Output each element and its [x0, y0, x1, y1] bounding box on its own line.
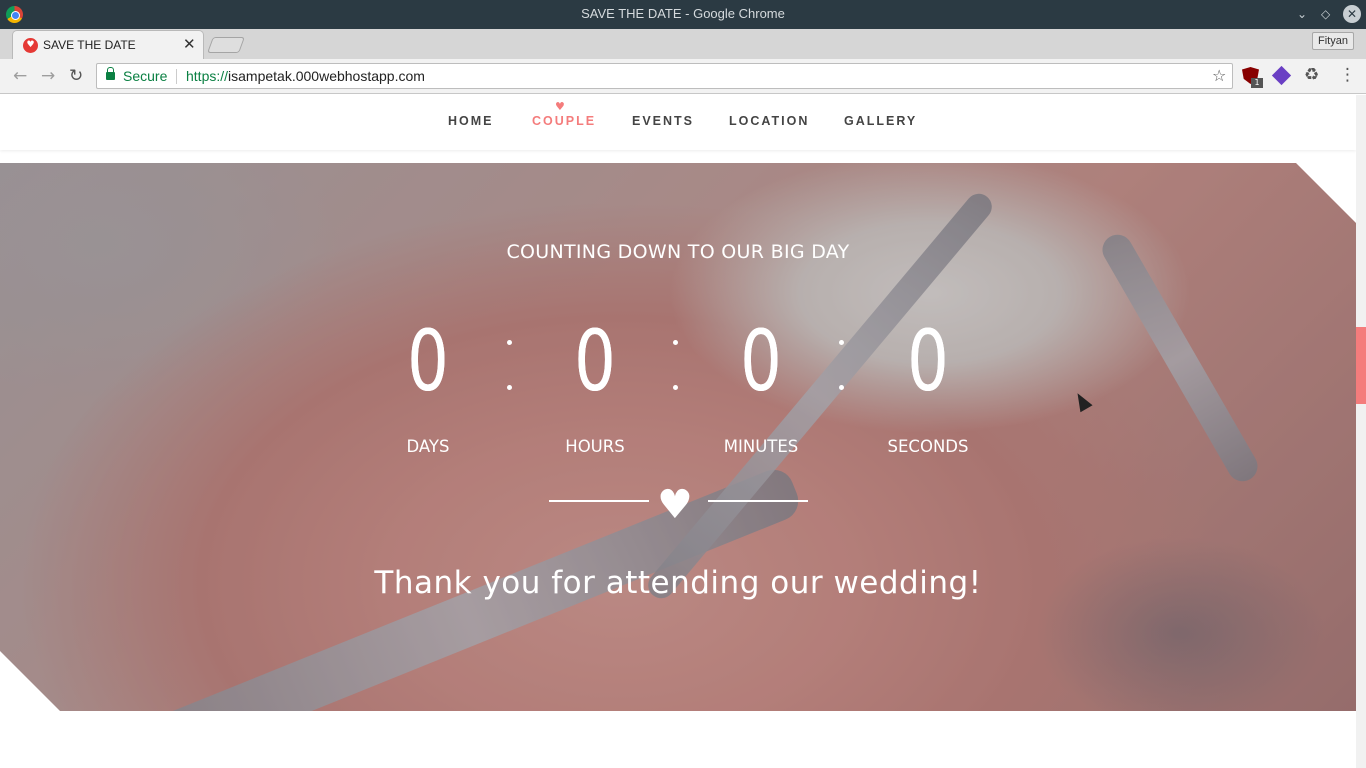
url-host: isampetak.000webhostapp.com: [228, 68, 425, 84]
security-label[interactable]: Secure: [123, 68, 167, 84]
tab-save-the-date[interactable]: ♥ SAVE THE DATE ✕: [12, 30, 204, 59]
divider-line-left: [549, 500, 649, 502]
nav-home[interactable]: HOME: [448, 114, 494, 128]
address-bar[interactable]: Secure https://isampetak.000webhostapp.c…: [96, 63, 1233, 89]
nav-location[interactable]: LOCATION: [729, 114, 809, 128]
web-page: ♥ HOME COUPLE EVENTS LOCATION GALLERY CO…: [0, 95, 1356, 768]
hours-label: HOURS: [565, 437, 625, 456]
window-titlebar: SAVE THE DATE - Google Chrome ⌄ ◇ ✕: [0, 0, 1366, 29]
days-value: 0: [407, 312, 449, 410]
minimize-icon[interactable]: ⌄: [1297, 6, 1307, 22]
nav-events[interactable]: EVENTS: [632, 114, 694, 128]
colon-separator: [673, 340, 679, 430]
active-heart-icon: ♥: [555, 100, 565, 113]
hours-value: 0: [574, 312, 616, 410]
colon-separator: [839, 340, 845, 430]
window-title: SAVE THE DATE - Google Chrome: [581, 6, 785, 21]
profile-button[interactable]: Fityan: [1312, 32, 1354, 50]
seconds-label: SECONDS: [887, 437, 969, 456]
url-text[interactable]: https://isampetak.000webhostapp.com: [186, 68, 425, 84]
bookmark-star-icon[interactable]: ☆: [1212, 66, 1226, 85]
tab-strip: ♥ SAVE THE DATE ✕ Fityan: [0, 29, 1366, 59]
cube-extension-icon[interactable]: [1271, 65, 1292, 86]
new-tab-button[interactable]: [207, 37, 245, 53]
ublock-badge: 1: [1251, 78, 1263, 88]
address-separator: [176, 69, 177, 84]
forward-arrow-icon[interactable]: →: [41, 66, 55, 86]
browser-toolbar: ← → ↻ Secure https://isampetak.000webhos…: [0, 59, 1366, 94]
countdown-hours: 0 HOURS: [535, 312, 655, 456]
url-scheme: https://: [186, 68, 229, 84]
minutes-label: MINUTES: [723, 437, 799, 456]
countdown-minutes: 0 MINUTES: [701, 312, 821, 456]
countdown-hero: COUNTING DOWN TO OUR BIG DAY 0 DAYS 0 HO…: [0, 163, 1356, 711]
scrollbar-thumb[interactable]: [1356, 327, 1366, 404]
maximize-icon[interactable]: ◇: [1321, 6, 1330, 22]
reload-icon[interactable]: ↻: [69, 66, 83, 86]
colon-separator: [507, 340, 513, 430]
thank-you-message: Thank you for attending our wedding!: [374, 565, 982, 601]
days-label: DAYS: [406, 437, 450, 456]
minutes-value: 0: [740, 312, 782, 410]
divider-line-right: [708, 500, 808, 502]
close-window-icon[interactable]: ✕: [1343, 5, 1361, 23]
browser-menu-icon[interactable]: ⋮: [1339, 65, 1356, 85]
nav-couple[interactable]: COUPLE: [532, 114, 596, 128]
tab-title: SAVE THE DATE: [43, 38, 136, 52]
site-navigation: ♥ HOME COUPLE EVENTS LOCATION GALLERY: [0, 95, 1356, 150]
countdown-days: 0 DAYS: [368, 312, 488, 456]
lock-icon[interactable]: [106, 67, 115, 80]
tab-close-icon[interactable]: ✕: [183, 35, 196, 53]
page-scrollbar[interactable]: [1356, 95, 1366, 768]
countdown-content: COUNTING DOWN TO OUR BIG DAY 0 DAYS 0 HO…: [0, 163, 1356, 711]
countdown-seconds: 0 SECONDS: [868, 312, 988, 456]
heart-favicon-icon: ♥: [23, 38, 38, 53]
countdown-heading: COUNTING DOWN TO OUR BIG DAY: [506, 241, 850, 263]
nav-gallery[interactable]: GALLERY: [844, 114, 917, 128]
recycle-extension-icon[interactable]: ♻: [1304, 65, 1319, 85]
back-arrow-icon[interactable]: ←: [13, 66, 27, 86]
seconds-value: 0: [907, 312, 949, 410]
heart-icon: ♥: [657, 482, 693, 528]
